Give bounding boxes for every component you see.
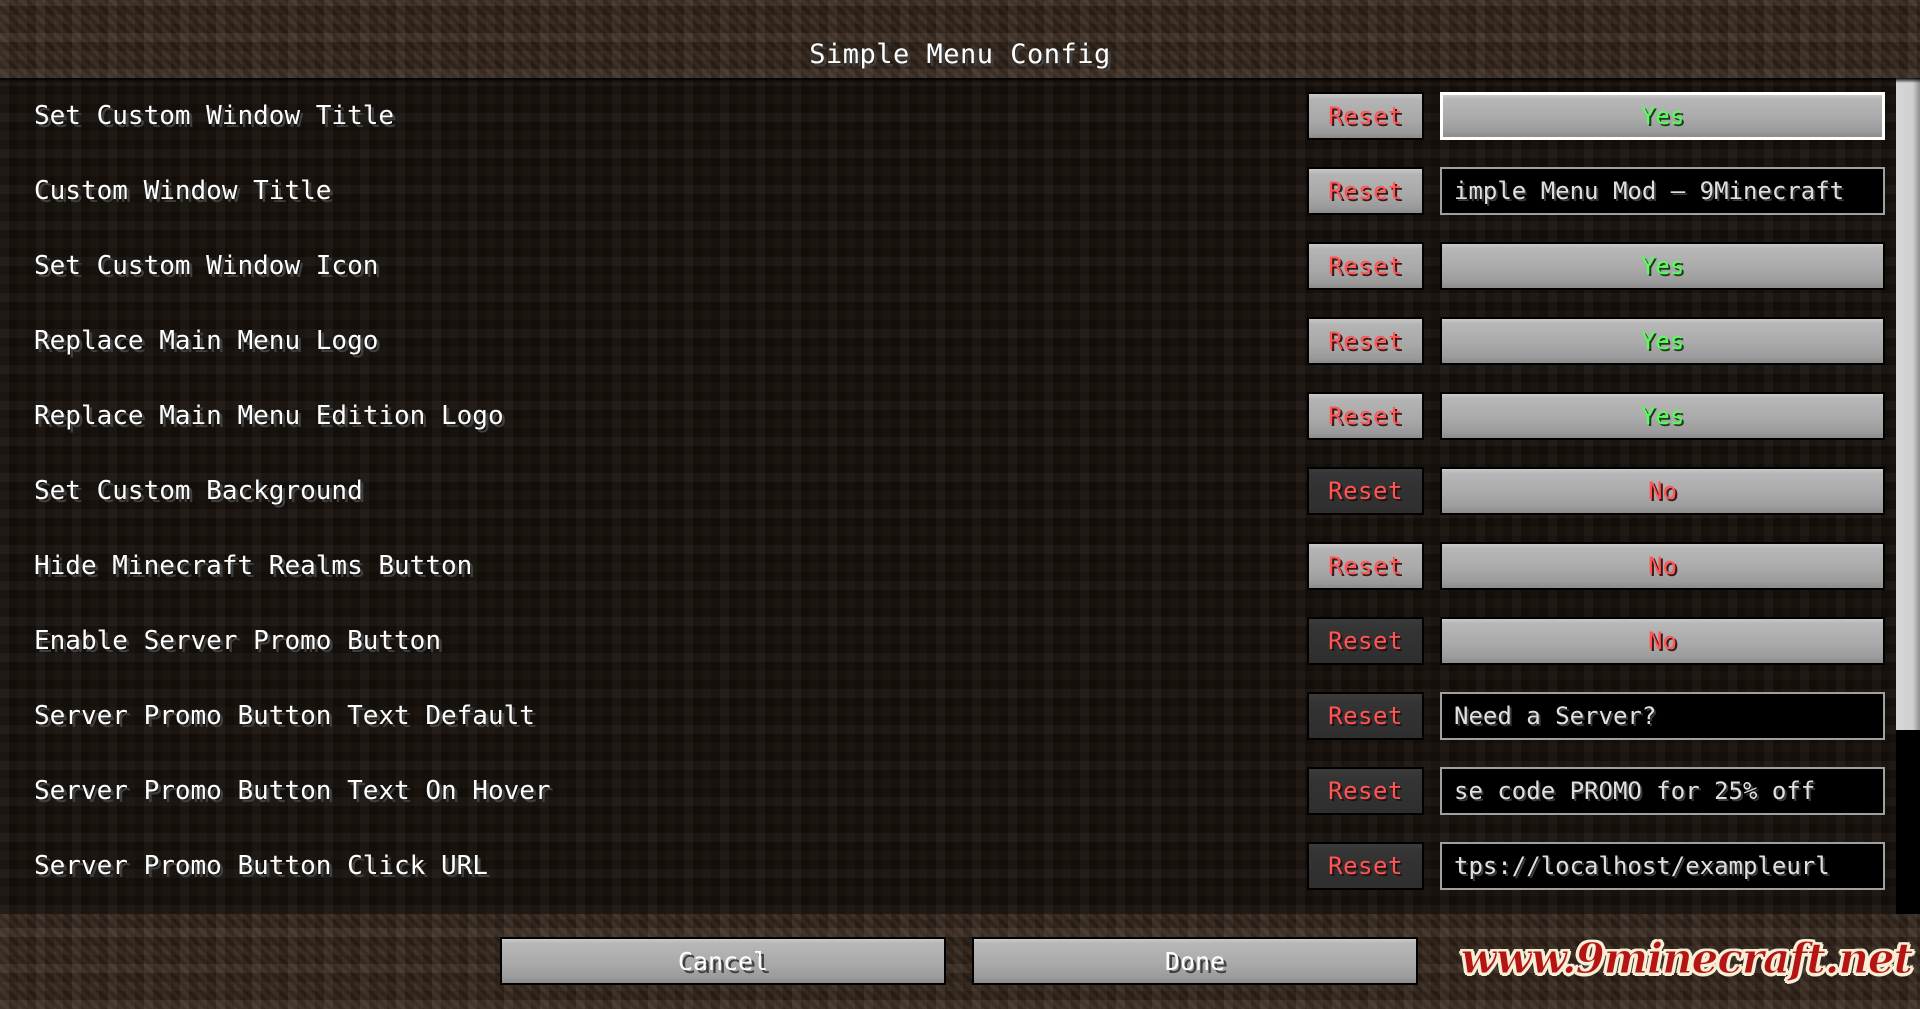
reset-button-label: Reset	[1328, 401, 1403, 430]
reset-button: Reset	[1307, 691, 1424, 740]
reset-button-label: Reset	[1328, 701, 1403, 730]
window-header: Simple Menu Config	[0, 0, 1920, 78]
reset-button: Reset	[1307, 616, 1424, 665]
reset-button[interactable]: Reset	[1307, 316, 1424, 365]
boolean-toggle-button[interactable]: Yes	[1440, 391, 1885, 440]
config-row: Set Custom Background Reset No	[0, 453, 1920, 528]
config-value-cell: se code PROMO for 25% off	[1440, 766, 1885, 815]
page-title: Simple Menu Config	[809, 39, 1111, 70]
config-value-cell: No	[1440, 541, 1885, 590]
config-row-label: Replace Main Menu Logo	[34, 325, 379, 356]
reset-button[interactable]: Reset	[1307, 166, 1424, 215]
boolean-toggle-value: Yes	[1640, 401, 1685, 430]
config-row: Server Promo Button Text On Hover Reset se…	[0, 753, 1920, 828]
cancel-button-label: Cancel	[677, 946, 769, 976]
config-row: Enable Server Promo Button Reset No	[0, 603, 1920, 678]
boolean-toggle-button[interactable]: Yes	[1440, 316, 1885, 365]
boolean-toggle-value: Yes	[1640, 251, 1685, 280]
config-value-cell: No	[1440, 466, 1885, 515]
scrollbar-track[interactable]	[1896, 78, 1920, 914]
reset-button[interactable]: Reset	[1307, 91, 1424, 140]
site-watermark: www.9minecraft.net	[1460, 934, 1913, 984]
boolean-toggle-button[interactable]: No	[1440, 466, 1885, 515]
config-row: Hide Minecraft Realms Button Reset No	[0, 528, 1920, 603]
reset-button: Reset	[1307, 841, 1424, 890]
boolean-toggle-value: No	[1648, 551, 1677, 580]
config-row-label: Set Custom Window Icon	[34, 250, 379, 281]
done-button-label: Done	[1164, 946, 1226, 976]
config-value-cell: Yes	[1440, 391, 1885, 440]
config-row-label: Enable Server Promo Button	[34, 625, 441, 656]
reset-button-label: Reset	[1328, 101, 1403, 130]
done-button[interactable]: Done	[972, 937, 1418, 985]
boolean-toggle-button[interactable]: No	[1440, 541, 1885, 590]
boolean-toggle-button[interactable]: Yes	[1440, 241, 1885, 290]
text-input-field[interactable]: Need a Server?	[1440, 691, 1885, 740]
footer-bar: Cancel Done www.9minecraft.net	[0, 914, 1920, 1009]
config-row: Replace Main Menu Logo Reset Yes	[0, 303, 1920, 378]
config-row-label: Replace Main Menu Edition Logo	[34, 400, 504, 431]
text-input-value: tps://localhost/exampleurl	[1454, 851, 1830, 880]
config-row-label: Set Custom Window Title	[34, 100, 395, 131]
reset-button-label: Reset	[1328, 851, 1403, 880]
config-option-list[interactable]: Set Custom Window Title Reset Yes Custom Wi…	[0, 78, 1920, 914]
config-row: Server Promo Button Text Default Reset Nee…	[0, 678, 1920, 753]
config-row-label: Set Custom Background	[34, 475, 363, 506]
config-row-label: Server Promo Button Click URL	[34, 850, 488, 881]
config-row: Server Promo Button Click URL Reset tps://…	[0, 828, 1920, 903]
boolean-toggle-button[interactable]: No	[1440, 616, 1885, 665]
config-value-cell: Yes	[1440, 316, 1885, 365]
reset-button: Reset	[1307, 766, 1424, 815]
reset-button[interactable]: Reset	[1307, 391, 1424, 440]
config-value-cell: Yes	[1440, 91, 1885, 140]
boolean-toggle-value: No	[1648, 626, 1677, 655]
boolean-toggle-value: Yes	[1640, 326, 1685, 355]
config-row-label: Server Promo Button Text Default	[34, 700, 535, 731]
reset-button-label: Reset	[1328, 476, 1403, 505]
boolean-toggle-value: No	[1648, 476, 1677, 505]
text-input-value: imple Menu Mod — 9Minecraft	[1454, 176, 1845, 205]
boolean-toggle-value: Yes	[1640, 101, 1685, 130]
reset-button-label: Reset	[1328, 176, 1403, 205]
boolean-toggle-button[interactable]: Yes	[1440, 91, 1885, 140]
config-row: Set Custom Window Title Reset Yes	[0, 78, 1920, 153]
cancel-button[interactable]: Cancel	[500, 937, 946, 985]
config-row: Set Custom Window Icon Reset Yes	[0, 228, 1920, 303]
text-input-value: se code PROMO for 25% off	[1454, 776, 1816, 805]
config-value-cell: Need a Server?	[1440, 691, 1885, 740]
reset-button: Reset	[1307, 466, 1424, 515]
reset-button-label: Reset	[1328, 551, 1403, 580]
scrollbar-thumb[interactable]	[1896, 78, 1920, 731]
reset-button-label: Reset	[1328, 626, 1403, 655]
text-input-field[interactable]: imple Menu Mod — 9Minecraft	[1440, 166, 1885, 215]
config-row: Custom Window Title Reset imple Menu Mod —…	[0, 153, 1920, 228]
config-value-cell: Yes	[1440, 241, 1885, 290]
config-value-cell: No	[1440, 616, 1885, 665]
text-input-field[interactable]: se code PROMO for 25% off	[1440, 766, 1885, 815]
config-row-label: Server Promo Button Text On Hover	[34, 775, 551, 806]
config-row-label: Custom Window Title	[34, 175, 332, 206]
config-value-cell: imple Menu Mod — 9Minecraft	[1440, 166, 1885, 215]
reset-button[interactable]: Reset	[1307, 541, 1424, 590]
config-row-label: Hide Minecraft Realms Button	[34, 550, 473, 581]
config-rows-container: Set Custom Window Title Reset Yes Custom Wi…	[0, 78, 1920, 903]
config-value-cell: tps://localhost/exampleurl	[1440, 841, 1885, 890]
text-input-value: Need a Server?	[1454, 701, 1657, 730]
config-row: Replace Main Menu Edition Logo Reset Yes	[0, 378, 1920, 453]
reset-button-label: Reset	[1328, 251, 1403, 280]
text-input-field[interactable]: tps://localhost/exampleurl	[1440, 841, 1885, 890]
reset-button[interactable]: Reset	[1307, 241, 1424, 290]
reset-button-label: Reset	[1328, 326, 1403, 355]
reset-button-label: Reset	[1328, 776, 1403, 805]
